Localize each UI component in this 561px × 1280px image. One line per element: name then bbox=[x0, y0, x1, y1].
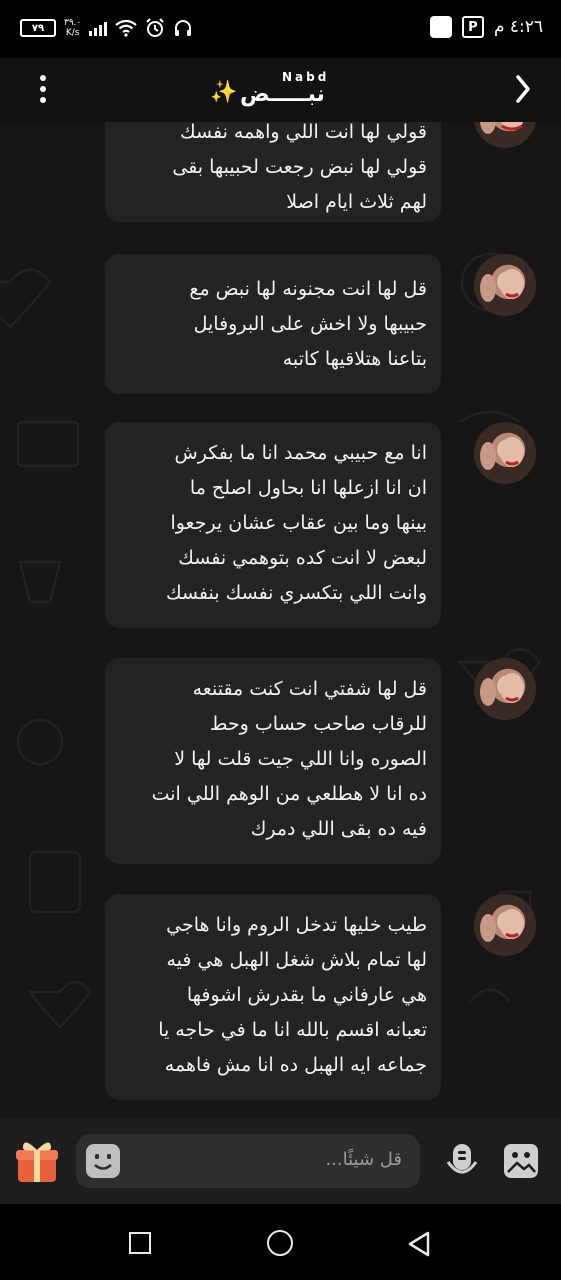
app-notification-icon bbox=[429, 16, 452, 38]
input-placeholder: قل شيئًا... bbox=[325, 1149, 402, 1170]
wifi-icon bbox=[115, 19, 138, 37]
avatar[interactable] bbox=[474, 254, 536, 316]
sparkles-icon: ✨ bbox=[210, 80, 238, 105]
avatar[interactable] bbox=[474, 894, 536, 956]
more-options-icon[interactable] bbox=[38, 72, 48, 108]
message-bubble: قل لها شفتي انت كنت مقتنعه للرقاب صاحب ح… bbox=[105, 658, 441, 864]
gift-icon[interactable] bbox=[14, 1138, 60, 1184]
clock: ٤:٢٦ م bbox=[493, 17, 543, 37]
message-bubble: طيب خليها تدخل الروم وانا هاجي لها تمام … bbox=[105, 894, 441, 1100]
title-latin: Nabd bbox=[282, 70, 330, 84]
app-header: ✨ نبـــــض Nabd bbox=[0, 58, 561, 122]
recent-apps-button[interactable] bbox=[129, 1232, 151, 1254]
network-speed: ٣٩.٠ K/s bbox=[64, 18, 82, 38]
signal-icon bbox=[89, 20, 108, 36]
avatar[interactable] bbox=[474, 658, 536, 720]
emoji-icon[interactable] bbox=[86, 1144, 120, 1178]
title-arabic: نبـــــض bbox=[240, 82, 325, 107]
message-input[interactable]: قل شيئًا... bbox=[76, 1134, 420, 1188]
microphone-icon[interactable] bbox=[444, 1142, 480, 1182]
back-button[interactable] bbox=[406, 1230, 432, 1258]
back-chevron-icon[interactable] bbox=[515, 74, 531, 104]
home-button[interactable] bbox=[267, 1230, 293, 1256]
message-bubble: قل لها انت مجنونه لها نبض مع حبيبها ولا … bbox=[105, 254, 441, 394]
avatar[interactable] bbox=[474, 422, 536, 484]
status-bar: ٧٩ ٣٩.٠ K/s P ٤:٢٦ م bbox=[0, 0, 561, 58]
message-bubble: انا مع حبيبي محمد انا ما بفكرش ان انا از… bbox=[105, 422, 441, 628]
app-title: ✨ نبـــــض Nabd bbox=[210, 68, 360, 112]
battery-icon: ٧٩ bbox=[20, 19, 56, 37]
chat-area[interactable]: قولي لها انت اللي واهمه نفسك قولي لها نب… bbox=[0, 122, 561, 1118]
system-nav-bar bbox=[0, 1204, 561, 1280]
headset-icon bbox=[175, 20, 192, 36]
message-bubble: قولي لها انت اللي واهمه نفسك قولي لها نب… bbox=[105, 122, 441, 222]
avatar[interactable] bbox=[474, 122, 536, 148]
image-gallery-icon[interactable] bbox=[502, 1142, 540, 1180]
nfc-icon: P bbox=[461, 16, 484, 38]
message-input-bar: قل شيئًا... bbox=[0, 1118, 561, 1204]
alarm-icon bbox=[146, 18, 165, 37]
